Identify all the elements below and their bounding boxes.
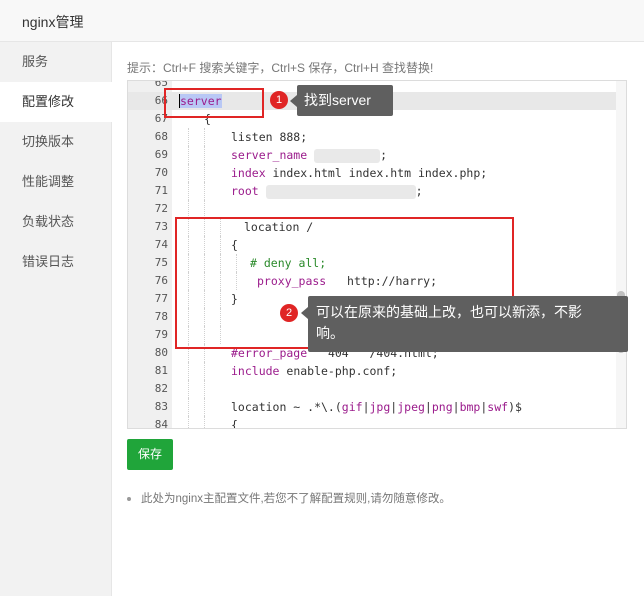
line-number: 78: [154, 310, 168, 323]
code-text: |: [362, 400, 370, 414]
line-number: 69: [154, 148, 168, 161]
code-line: 84 {: [128, 416, 626, 429]
code-keyword: bmp: [459, 400, 481, 414]
shortcut-hint: 提示：Ctrl+F 搜索关键字，Ctrl+S 保存，Ctrl+H 查找替换!: [127, 61, 434, 75]
line-number: 71: [154, 184, 168, 197]
line-number: 80: [154, 346, 168, 359]
code-text: enable-php.conf;: [279, 364, 398, 378]
bullet-icon: [127, 496, 131, 501]
code-text: |: [452, 400, 460, 414]
save-button[interactable]: 保存: [127, 439, 173, 470]
sidebar-item-error-log[interactable]: 错误日志: [0, 242, 112, 282]
code-line: 81 include enable-php.conf;: [128, 362, 626, 380]
line-number: 68: [154, 130, 168, 143]
sidebar-item-config[interactable]: 配置修改: [0, 82, 112, 122]
line-number: 82: [154, 382, 168, 395]
code-text: ;: [380, 148, 388, 162]
code-keyword: index: [231, 166, 266, 180]
code-line: 69 server_name ;: [128, 146, 626, 164]
code-keyword: gif: [341, 400, 363, 414]
code-text: listen 888;: [231, 130, 308, 144]
annotation-tooltip-2: 可以在原来的基础上改，也可以新添，不影 响。: [308, 296, 628, 352]
sidebar-item-switch-version[interactable]: 切换版本: [0, 122, 112, 162]
window-titlebar: nginx管理: [0, 0, 644, 42]
line-number: 84: [154, 418, 168, 429]
line-number: 73: [154, 220, 168, 233]
annotation-tooltip-2-line2: 响。: [316, 325, 344, 341]
code-text: location ~ .*\.(: [231, 400, 342, 414]
line-number: 67: [154, 112, 168, 125]
sidebar: 服务 配置修改 切换版本 性能调整 负载状态 错误日志: [0, 42, 112, 596]
code-keyword: include: [231, 364, 280, 378]
sidebar-item-service[interactable]: 服务: [0, 42, 112, 82]
code-text: {: [231, 418, 238, 429]
code-text: ;: [415, 184, 423, 198]
code-line: 72: [128, 200, 626, 218]
code-text: |: [424, 400, 432, 414]
code-keyword: server_name: [231, 148, 308, 162]
code-line: 70 index index.html index.htm index.php;: [128, 164, 626, 182]
line-number: 74: [154, 238, 168, 251]
config-note-text: 此处为nginx主配置文件,若您不了解配置规则,请勿随意修改。: [141, 493, 451, 505]
line-number: 79: [154, 328, 168, 341]
annotation-tooltip-2-line1: 可以在原来的基础上改，也可以新添，不影: [316, 304, 582, 320]
line-number: 77: [154, 292, 168, 305]
sidebar-item-performance[interactable]: 性能调整: [0, 162, 112, 202]
sidebar-item-load-status[interactable]: 负载状态: [0, 202, 112, 242]
annotation-badge-2: 2: [280, 304, 298, 322]
editor-scrollbar[interactable]: [616, 81, 626, 428]
annotation-tooltip-1: 找到server: [297, 85, 393, 116]
config-note: 此处为nginx主配置文件,若您不了解配置规则,请勿随意修改。: [127, 490, 451, 506]
tooltip-arrow-icon: [290, 95, 297, 107]
line-number: 83: [154, 400, 168, 413]
line-number: 65: [154, 80, 168, 89]
line-number: 72: [154, 202, 168, 215]
code-line: 83 location ~ .*\.(gif|jpg|jpeg|png|bmp|…: [128, 398, 626, 416]
line-number: 75: [154, 256, 168, 269]
code-keyword: png: [431, 400, 453, 414]
code-text: index.html index.htm index.php;: [265, 166, 488, 180]
code-keyword: jpeg: [397, 400, 425, 414]
redacted-value: [314, 148, 381, 163]
redacted-value: [265, 184, 416, 199]
line-number: 70: [154, 166, 168, 179]
code-keyword: swf: [487, 400, 509, 414]
code-keyword: root: [231, 184, 259, 198]
code-line: 71 root ;: [128, 182, 626, 200]
code-keyword: jpg: [369, 400, 391, 414]
line-number: 66: [154, 94, 168, 107]
code-text: )$: [508, 400, 522, 414]
window-title: nginx管理: [22, 14, 84, 30]
annotation-highlight-server: [164, 88, 264, 118]
line-number: 76: [154, 274, 168, 287]
line-number: 81: [154, 364, 168, 377]
tooltip-arrow-icon: [301, 307, 308, 319]
annotation-badge-1: 1: [270, 91, 288, 109]
code-line: 82: [128, 380, 626, 398]
code-line: 68 listen 888;: [128, 128, 626, 146]
